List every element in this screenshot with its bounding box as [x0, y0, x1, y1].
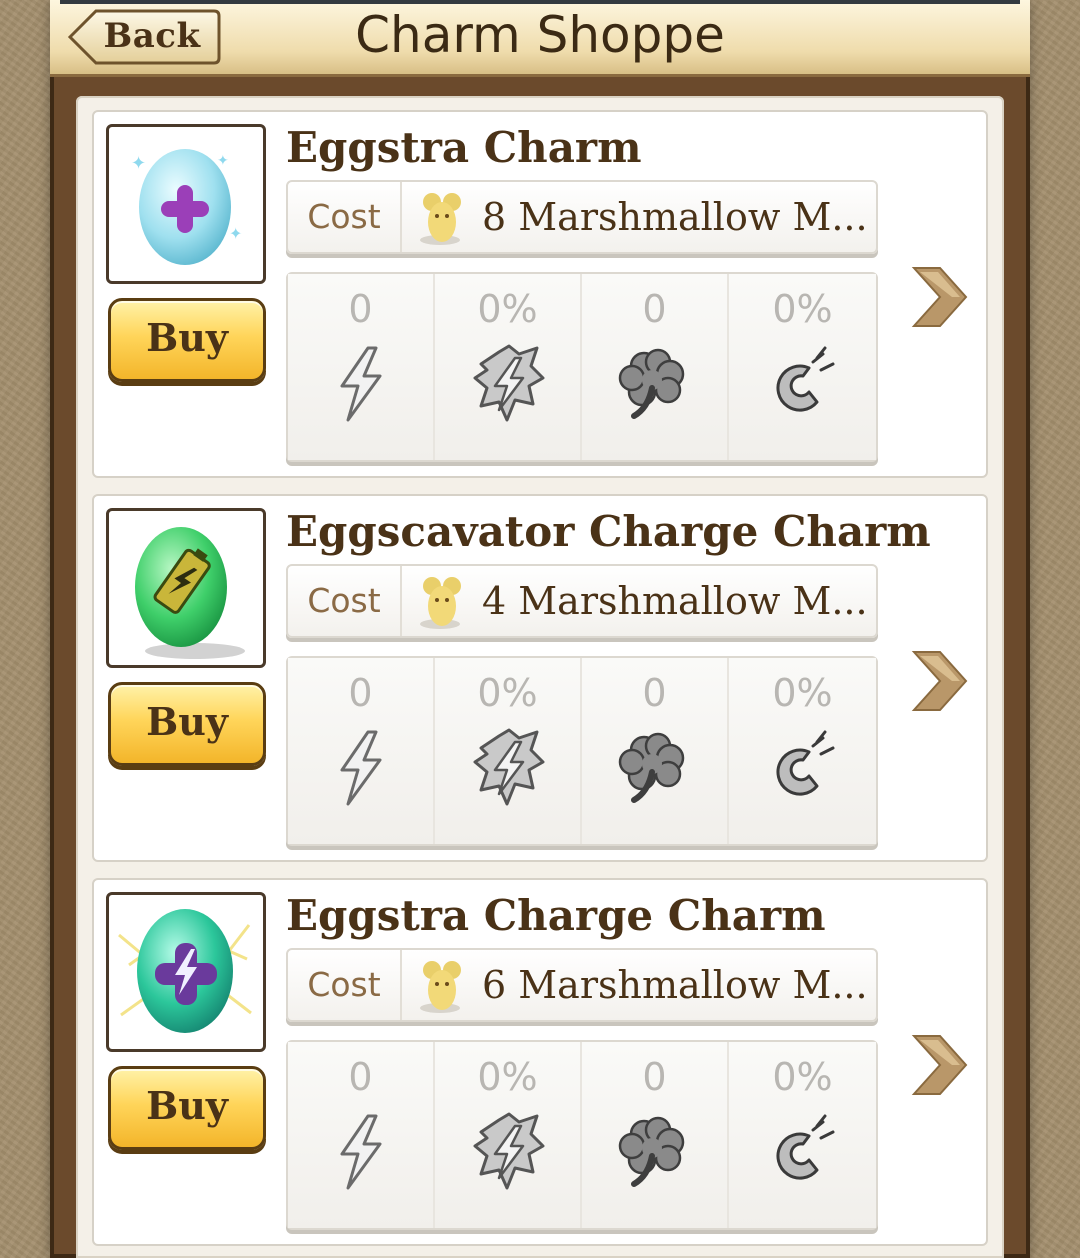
charm-image [106, 892, 266, 1052]
charm-card-eggstra-charge: Buy Eggstra Charge Charm Cost 6 Marshmal… [92, 878, 988, 1246]
stat-value: 0 [642, 1055, 667, 1099]
charm-card-eggscavator-charge: Buy Eggscavator Charge Charm Cost 4 Mars… [92, 494, 988, 862]
stat-value: 0% [477, 671, 538, 715]
charm-image: ✦ ✦ ✦ [106, 124, 266, 284]
stat-value: 0 [642, 671, 667, 715]
lightning-icon [340, 1114, 382, 1190]
chevron-right-icon[interactable] [910, 1032, 970, 1098]
stat-value: 0% [772, 1055, 833, 1099]
cost-value: 4 Marshmallow M... [482, 579, 868, 623]
stat-energy: 0 [288, 658, 435, 844]
stat-energy-boost: 0% [435, 1042, 582, 1228]
cost-box: Cost 4 Marshmallow M... [286, 564, 878, 638]
chevron-right-icon[interactable] [910, 264, 970, 330]
charm-name: Eggstra Charm [286, 123, 642, 172]
charm-image [106, 508, 266, 668]
lightning-burst-icon [473, 344, 545, 422]
stat-luck: 0 [582, 658, 729, 844]
magnet-icon [776, 1114, 835, 1180]
stat-magnet: 0% [729, 274, 876, 460]
lightning-burst-icon [473, 1112, 545, 1190]
lightning-icon [340, 730, 382, 806]
teal-egg-lightning-icon [118, 909, 252, 1033]
lightning-icon [340, 346, 382, 422]
cost-box: Cost 6 Marshmallow M... [286, 948, 878, 1022]
stat-value: 0% [772, 287, 833, 331]
green-egg-battery-icon [135, 527, 245, 659]
buy-button[interactable]: Buy [108, 682, 266, 766]
cost-label: Cost [288, 182, 402, 252]
charm-name: Eggstra Charge Charm [286, 891, 826, 940]
page-title: Charm Shoppe [355, 6, 725, 64]
stat-value: 0% [477, 1055, 538, 1099]
marshmallow-mouse-icon [420, 961, 461, 1013]
marshmallow-mouse-icon [420, 577, 461, 629]
svg-text:✦: ✦ [229, 224, 242, 243]
marshmallow-mouse-icon [420, 193, 461, 245]
charm-name: Eggscavator Charge Charm [286, 507, 931, 556]
cost-label: Cost [288, 950, 402, 1020]
stat-value: 0 [642, 287, 667, 331]
stat-value: 0 [348, 1055, 373, 1099]
stat-energy: 0 [288, 1042, 435, 1228]
stat-energy-boost: 0% [435, 658, 582, 844]
svg-text:✦: ✦ [217, 153, 229, 169]
cost-value: 8 Marshmallow M... [482, 195, 868, 239]
back-button[interactable]: Back [66, 8, 222, 66]
magnet-icon [776, 730, 835, 796]
back-label: Back [103, 16, 201, 56]
stat-magnet: 0% [729, 658, 876, 844]
charm-card-eggstra: ✦ ✦ ✦ Buy Eggstra Charm Cost 8 Marshmall… [92, 110, 988, 478]
magnet-icon [776, 346, 835, 412]
stat-energy-boost: 0% [435, 274, 582, 460]
cost-box: Cost 8 Marshmallow M... [286, 180, 878, 254]
clover-icon [618, 732, 685, 803]
stats-grid: 0 0% 0 0% [286, 272, 878, 462]
stat-energy: 0 [288, 274, 435, 460]
blue-egg-plus-icon: ✦ ✦ ✦ [131, 149, 242, 265]
stat-value: 0% [477, 287, 538, 331]
lightning-burst-icon [473, 728, 545, 806]
cost-value: 6 Marshmallow M... [482, 963, 868, 1007]
stat-luck: 0 [582, 274, 729, 460]
stat-magnet: 0% [729, 1042, 876, 1228]
stats-grid: 0 0% 0 0% [286, 1040, 878, 1230]
stat-luck: 0 [582, 1042, 729, 1228]
stat-value: 0 [348, 671, 373, 715]
buy-button[interactable]: Buy [108, 1066, 266, 1150]
clover-icon [618, 1116, 685, 1187]
svg-text:✦: ✦ [131, 153, 146, 174]
stat-value: 0% [772, 671, 833, 715]
buy-button[interactable]: Buy [108, 298, 266, 382]
stat-value: 0 [348, 287, 373, 331]
clover-icon [618, 348, 685, 419]
chevron-right-icon[interactable] [910, 648, 970, 714]
stats-grid: 0 0% 0 0% [286, 656, 878, 846]
cost-label: Cost [288, 566, 402, 636]
